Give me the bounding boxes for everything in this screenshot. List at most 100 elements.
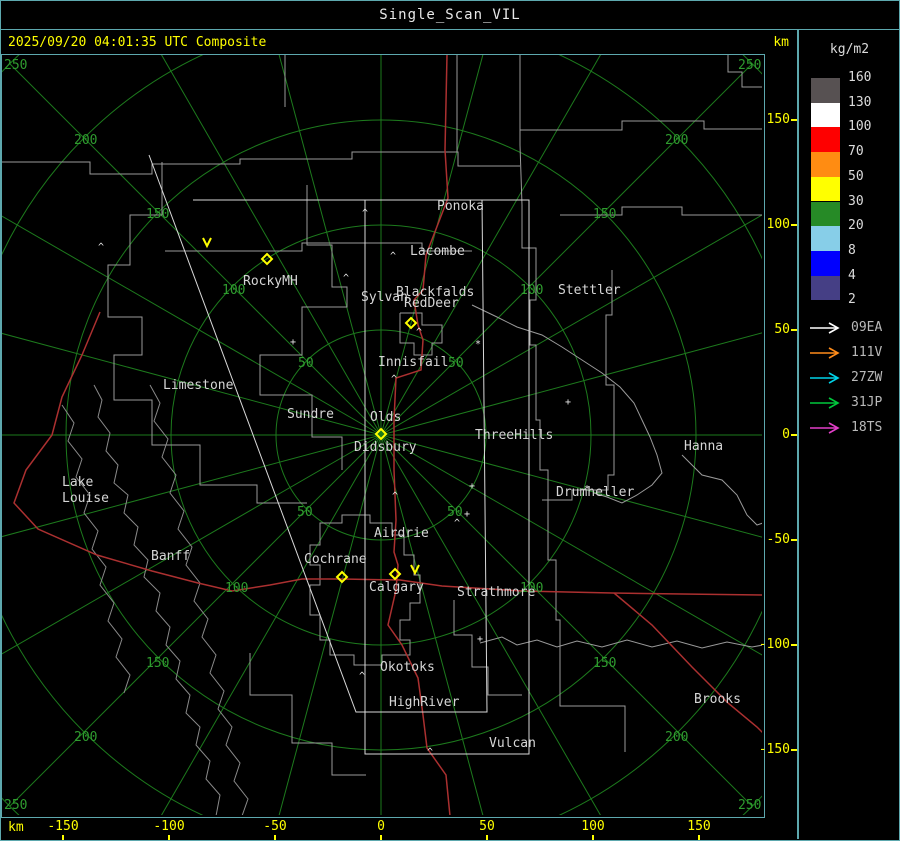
track-arrow-icon <box>810 422 840 434</box>
radar-map-canvas[interactable]: 250 200 150 100 50 50 100 150 200 250 50 100 150 200 2… <box>2 55 762 815</box>
bearing-line <box>380 434 762 538</box>
vil-scale-value: 20 <box>848 218 864 234</box>
track-arrow-icon <box>810 322 840 334</box>
vil-scale-swatch <box>811 201 840 227</box>
vil-scale-value: 160 <box>848 70 872 85</box>
vil-scale-swatch <box>811 250 840 276</box>
range-label: 50 <box>298 356 314 371</box>
y-axis: 150 100 50 0 -50 -100 -150 <box>759 55 797 816</box>
town-marker: + <box>464 509 470 520</box>
vil-scale-value: 4 <box>848 267 856 283</box>
county-boundary <box>542 270 615 501</box>
track-arrow-icon <box>810 347 840 359</box>
range-label: 200 <box>665 730 688 745</box>
x-axis-tick <box>380 835 382 840</box>
range-label: 50 <box>297 505 313 520</box>
county-boundary <box>681 454 762 526</box>
vil-scale-value: 100 <box>848 119 872 135</box>
radar-app-window: { "title": "Single_Scan_VIL", "info_bar"… <box>0 0 900 841</box>
range-label: 100 <box>222 283 245 298</box>
track-id-label: 18TS <box>851 420 883 435</box>
city-label-drumheller: Drumheller <box>556 485 634 500</box>
bearing-line <box>2 215 382 436</box>
x-axis-tick-label: 100 <box>581 819 605 834</box>
y-axis-tick-label: -100 <box>758 637 790 652</box>
city-label-threehills: ThreeHills <box>475 428 553 443</box>
city-label-okotoks: Okotoks <box>380 660 435 675</box>
bearing-line <box>2 434 382 538</box>
range-label: 200 <box>74 133 97 148</box>
x-axis-tick <box>698 835 700 840</box>
range-label: 100 <box>225 581 248 596</box>
town-marker: ^ <box>392 491 398 502</box>
vil-scale-value: 130 <box>848 94 872 110</box>
range-label: 150 <box>593 207 616 222</box>
city-label-cochrane: Cochrane <box>304 552 367 567</box>
vil-scale-value: 50 <box>848 168 864 184</box>
y-axis-tick-label: -50 <box>766 532 790 547</box>
chevron-marker <box>202 237 212 249</box>
vil-scale-value: 70 <box>848 144 864 160</box>
scan-coverage-outline <box>148 154 488 713</box>
county-boundary <box>560 206 762 216</box>
city-label-didsbury: Didsbury <box>354 440 417 455</box>
vil-scale-swatch <box>811 176 840 202</box>
city-label-reddeer: RedDeer <box>404 296 459 311</box>
bearing-line <box>161 434 382 815</box>
city-label-vulcan: Vulcan <box>489 736 536 751</box>
terrain-boundary <box>61 404 131 694</box>
town-marker: + <box>565 397 571 408</box>
bearing-line <box>380 434 762 656</box>
vil-scale-swatch <box>811 275 840 301</box>
track-id-label: 27ZW <box>851 370 883 385</box>
county-boundary <box>2 151 520 175</box>
range-label: 150 <box>593 656 616 671</box>
info-bar: 2025/09/20 04:01:35 UTC Composite km <box>0 30 797 54</box>
city-label-louise: Louise <box>62 491 109 506</box>
x-axis-tick <box>274 835 276 840</box>
x-axis-tick-label: 150 <box>687 819 711 834</box>
track-id-label: 09EA <box>851 320 883 335</box>
y-axis-tick-label: 0 <box>782 427 790 442</box>
county-boundary <box>520 120 762 131</box>
x-axis-tick-label: -50 <box>263 819 287 834</box>
town-marker: + <box>469 481 475 492</box>
legend-panel: kg/m2 160 130 100 70 50 30 20 8 4 2 09EA 111V 27ZW 31… <box>797 30 900 839</box>
vil-scale-swatch <box>811 226 840 251</box>
vil-scale-swatch <box>811 127 840 153</box>
range-label: 150 <box>146 207 169 222</box>
town-marker: + <box>290 337 296 348</box>
town-marker: ^ <box>343 273 349 284</box>
city-label-rockymh: RockyMH <box>243 274 298 289</box>
range-label: 200 <box>74 730 97 745</box>
range-label: 250 <box>4 58 27 73</box>
range-label: 250 <box>738 58 761 73</box>
vil-scale-value: 30 <box>848 193 864 209</box>
town-marker: ^ <box>359 671 365 682</box>
x-axis-tick <box>62 835 64 840</box>
x-axis: km -150 -100 -50 0 50 100 150 <box>0 817 797 840</box>
town-marker: ^ <box>454 518 460 529</box>
city-label-calgary: Calgary <box>369 580 424 595</box>
city-label-hanna: Hanna <box>684 439 723 454</box>
city-label-banff: Banff <box>151 549 190 564</box>
city-label-ponoka: Ponoka <box>437 199 484 214</box>
x-axis-unit-label: km <box>8 820 24 835</box>
bearing-line <box>278 434 382 815</box>
track-arrow-icon <box>810 397 840 409</box>
y-axis-tick-label: 100 <box>766 217 790 232</box>
town-marker: + <box>477 634 483 645</box>
city-label-highriver: HighRiver <box>389 695 460 710</box>
station-diamond-marker <box>388 567 402 581</box>
county-boundary <box>453 600 522 696</box>
vil-scale-value: 2 <box>848 292 856 308</box>
title-bar: Single_Scan_VIL <box>0 0 900 30</box>
y-axis-tick-label: -150 <box>758 742 790 757</box>
x-axis-tick-label: -100 <box>153 819 185 834</box>
x-axis-tick-label: 50 <box>479 819 495 834</box>
vil-scale-value: 8 <box>848 242 856 258</box>
city-label-sylvan: Sylvan <box>361 290 408 305</box>
radar-map[interactable]: 250 200 150 100 50 50 100 150 200 250 50 100 150 200 2… <box>1 54 765 818</box>
city-label-lake: Lake <box>62 475 93 490</box>
city-label-strathmore: Strathmore <box>457 585 535 600</box>
